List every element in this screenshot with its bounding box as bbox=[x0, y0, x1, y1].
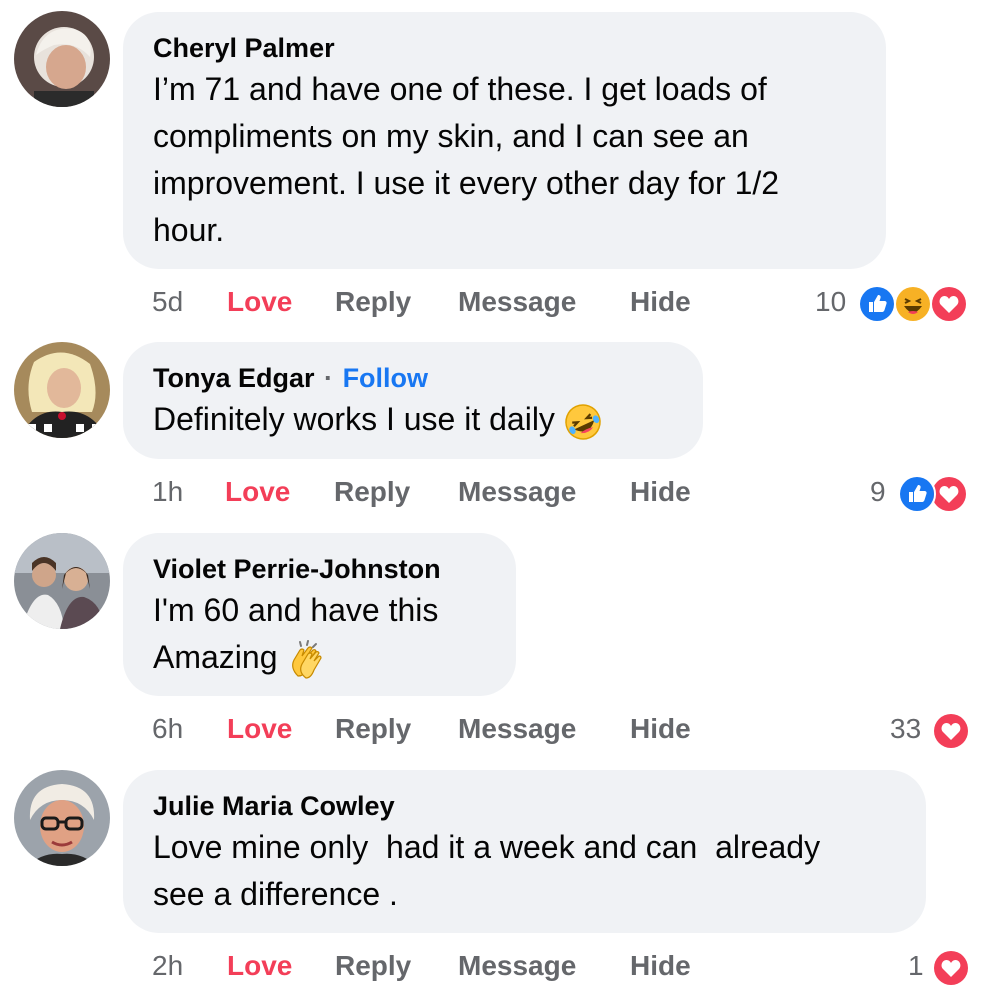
comment-text-row: Definitely works I use it daily bbox=[153, 396, 675, 443]
reply-button[interactable]: Reply bbox=[335, 946, 411, 986]
comment-actions: 2h Love Reply Message Hide bbox=[152, 946, 752, 986]
comment-text-line: Amazing bbox=[153, 639, 278, 675]
comment-text-line: hour. bbox=[153, 212, 225, 248]
love-button[interactable]: Love bbox=[227, 946, 292, 986]
like-icon bbox=[858, 285, 896, 323]
comment-text-line: see a difference . bbox=[153, 876, 398, 912]
commenter-name[interactable]: Cheryl Palmer bbox=[153, 30, 858, 66]
comment-timestamp[interactable]: 1h bbox=[152, 472, 183, 512]
comment-bubble: Cheryl Palmer I’m 71 and have one of the… bbox=[123, 12, 886, 269]
separator-dot: · bbox=[324, 363, 334, 393]
comment-actions: 5d Love Reply Message Hide bbox=[152, 282, 752, 322]
reaction-summary[interactable]: 9 bbox=[860, 472, 980, 513]
reply-button[interactable]: Reply bbox=[335, 709, 411, 749]
avatar[interactable] bbox=[14, 342, 110, 438]
avatar-photo-2 bbox=[14, 342, 110, 438]
reaction-count: 33 bbox=[890, 713, 922, 744]
reaction-count: 10 bbox=[815, 286, 847, 317]
comment-bubble: Julie Maria Cowley Love mine only had it… bbox=[123, 770, 926, 933]
reply-button[interactable]: Reply bbox=[335, 282, 411, 322]
avatar[interactable] bbox=[14, 533, 110, 629]
reaction-count: 1 bbox=[908, 950, 924, 981]
commenter-name[interactable]: Julie Maria Cowley bbox=[153, 788, 898, 824]
love-icon bbox=[932, 712, 970, 750]
love-icon bbox=[932, 949, 970, 987]
love-button[interactable]: Love bbox=[227, 282, 292, 322]
comment-text-line: Definitely works I use it daily bbox=[153, 401, 555, 437]
avatar-photo-3 bbox=[14, 533, 110, 629]
hide-button[interactable]: Hide bbox=[630, 946, 691, 986]
comment-timestamp[interactable]: 6h bbox=[152, 709, 183, 749]
comment-actions: 1h Love Reply Message Hide bbox=[152, 472, 752, 512]
reaction-summary[interactable]: 33 bbox=[880, 709, 980, 750]
avatar-photo-4 bbox=[14, 770, 110, 866]
comment-timestamp[interactable]: 5d bbox=[152, 282, 183, 322]
reaction-summary[interactable]: 10 bbox=[810, 282, 980, 323]
avatar-photo-1 bbox=[14, 11, 110, 107]
message-button[interactable]: Message bbox=[458, 709, 576, 749]
like-icon bbox=[898, 475, 936, 513]
message-button[interactable]: Message bbox=[458, 472, 576, 512]
love-button[interactable]: Love bbox=[227, 709, 292, 749]
comment-text-row: Amazing bbox=[153, 634, 488, 681]
comment-text-line: I’m 71 and have one of these. I get load… bbox=[153, 71, 767, 107]
reaction-summary[interactable]: 1 bbox=[890, 946, 980, 987]
reaction-count: 9 bbox=[870, 476, 886, 507]
hide-button[interactable]: Hide bbox=[630, 282, 691, 322]
comment-bubble: Tonya Edgar · Follow Definitely works I … bbox=[123, 342, 703, 459]
commenter-name[interactable]: Tonya Edgar bbox=[153, 363, 315, 393]
haha-icon bbox=[894, 285, 932, 323]
avatar[interactable] bbox=[14, 770, 110, 866]
comment-text-line: improvement. I use it every other day fo… bbox=[153, 165, 780, 201]
comment-text-line: I'm 60 and have this bbox=[153, 592, 439, 628]
comment-text-line: Love mine only had it a week and can alr… bbox=[153, 829, 821, 865]
rofl-emoji bbox=[563, 402, 603, 442]
commenter-name-row: Tonya Edgar · Follow bbox=[153, 360, 675, 396]
comment-bubble: Violet Perrie-Johnston I'm 60 and have t… bbox=[123, 533, 516, 696]
message-button[interactable]: Message bbox=[458, 946, 576, 986]
follow-button[interactable]: Follow bbox=[343, 363, 428, 393]
message-button[interactable]: Message bbox=[458, 282, 576, 322]
hide-button[interactable]: Hide bbox=[630, 709, 691, 749]
clapping-hands-emoji bbox=[286, 639, 326, 680]
avatar[interactable] bbox=[14, 11, 110, 107]
commenter-name[interactable]: Violet Perrie-Johnston bbox=[153, 551, 488, 587]
love-icon bbox=[930, 285, 968, 323]
comment-actions: 6h Love Reply Message Hide bbox=[152, 709, 752, 749]
hide-button[interactable]: Hide bbox=[630, 472, 691, 512]
comment-timestamp[interactable]: 2h bbox=[152, 946, 183, 986]
reply-button[interactable]: Reply bbox=[334, 472, 410, 512]
love-button[interactable]: Love bbox=[225, 472, 290, 512]
comment-text-line: compliments on my skin, and I can see an bbox=[153, 118, 749, 154]
